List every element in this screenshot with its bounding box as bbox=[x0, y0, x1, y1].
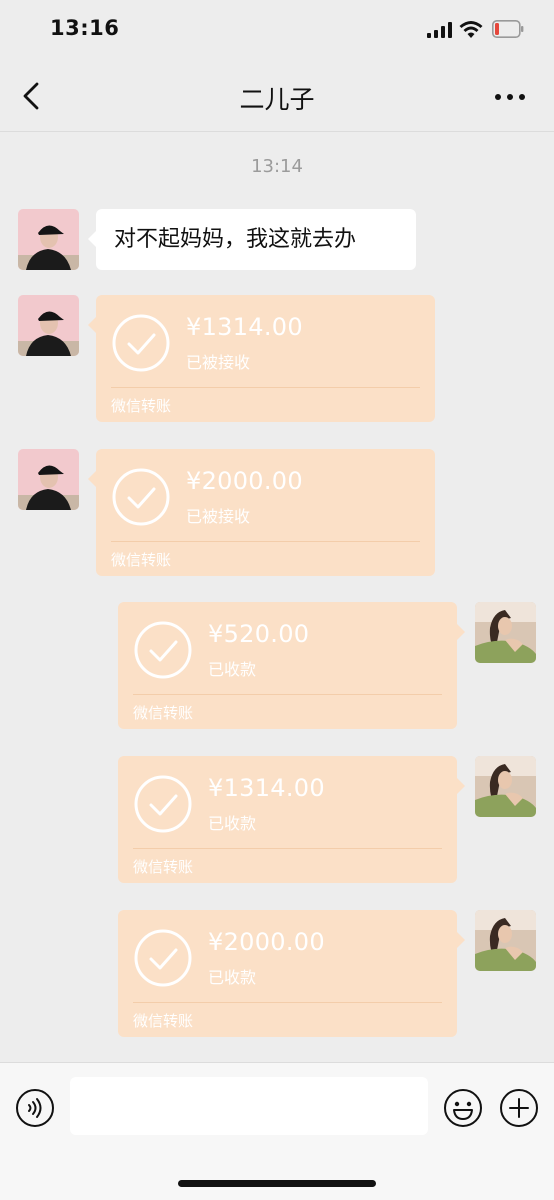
transfer-label: 微信转账 bbox=[133, 858, 194, 876]
message-input[interactable] bbox=[70, 1077, 428, 1135]
card-divider bbox=[133, 848, 442, 849]
chat-title: 二儿子 bbox=[239, 85, 315, 114]
wifi-icon bbox=[459, 21, 483, 38]
check-circle-icon bbox=[134, 775, 192, 833]
transfer-label: 微信转账 bbox=[133, 1012, 194, 1030]
self-avatar[interactable] bbox=[475, 910, 536, 971]
message-timestamp: 13:14 bbox=[251, 156, 303, 177]
card-divider bbox=[133, 694, 442, 695]
transfer-card[interactable]: ¥1314.00 已收款 微信转账 bbox=[118, 756, 465, 883]
transfer-label: 微信转账 bbox=[111, 551, 172, 569]
transfer-amount: ¥1314.00 bbox=[186, 313, 303, 341]
transfer-status: 已收款 bbox=[208, 968, 257, 987]
card-divider bbox=[133, 1002, 442, 1003]
transfer-status: 已被接收 bbox=[186, 353, 251, 372]
home-indicator[interactable] bbox=[178, 1180, 376, 1187]
check-circle-icon bbox=[134, 621, 192, 679]
card-divider bbox=[111, 541, 420, 542]
plus-icon[interactable] bbox=[499, 1088, 539, 1128]
contact-avatar[interactable] bbox=[18, 449, 79, 510]
status-time: 13:16 bbox=[50, 16, 120, 40]
transfer-label: 微信转账 bbox=[133, 704, 194, 722]
transfer-amount: ¥2000.00 bbox=[208, 928, 325, 956]
input-bar bbox=[0, 1062, 554, 1200]
transfer-status: 已收款 bbox=[208, 660, 257, 679]
check-circle-icon bbox=[134, 929, 192, 987]
signal-icon bbox=[427, 22, 452, 38]
emoji-icon[interactable] bbox=[443, 1088, 483, 1128]
transfer-status: 已收款 bbox=[208, 814, 257, 833]
card-divider bbox=[111, 387, 420, 388]
transfer-amount: ¥520.00 bbox=[208, 620, 310, 648]
voice-icon[interactable] bbox=[15, 1088, 55, 1128]
self-avatar[interactable] bbox=[475, 602, 536, 663]
contact-avatar[interactable] bbox=[18, 295, 79, 356]
battery-icon bbox=[492, 20, 524, 38]
transfer-card[interactable]: ¥2000.00 已被接收 微信转账 bbox=[88, 449, 435, 576]
status-bar: 13:16 bbox=[0, 0, 554, 60]
transfer-amount: ¥1314.00 bbox=[208, 774, 325, 802]
self-avatar[interactable] bbox=[475, 756, 536, 817]
contact-avatar[interactable] bbox=[18, 209, 79, 270]
transfer-status: 已被接收 bbox=[186, 507, 251, 526]
transfer-amount: ¥2000.00 bbox=[186, 467, 303, 495]
check-circle-icon bbox=[112, 314, 170, 372]
text-message-bubble[interactable]: 对不起妈妈，我这就去办 bbox=[88, 209, 416, 270]
transfer-card[interactable]: ¥2000.00 已收款 微信转账 bbox=[118, 910, 465, 1037]
nav-bar: 二儿子 bbox=[0, 60, 554, 132]
transfer-card[interactable]: ¥1314.00 已被接收 微信转账 bbox=[88, 295, 435, 422]
check-circle-icon bbox=[112, 468, 170, 526]
transfer-label: 微信转账 bbox=[111, 397, 172, 415]
transfer-card[interactable]: ¥520.00 已收款 微信转账 bbox=[118, 602, 465, 729]
more-icon[interactable] bbox=[488, 82, 532, 112]
